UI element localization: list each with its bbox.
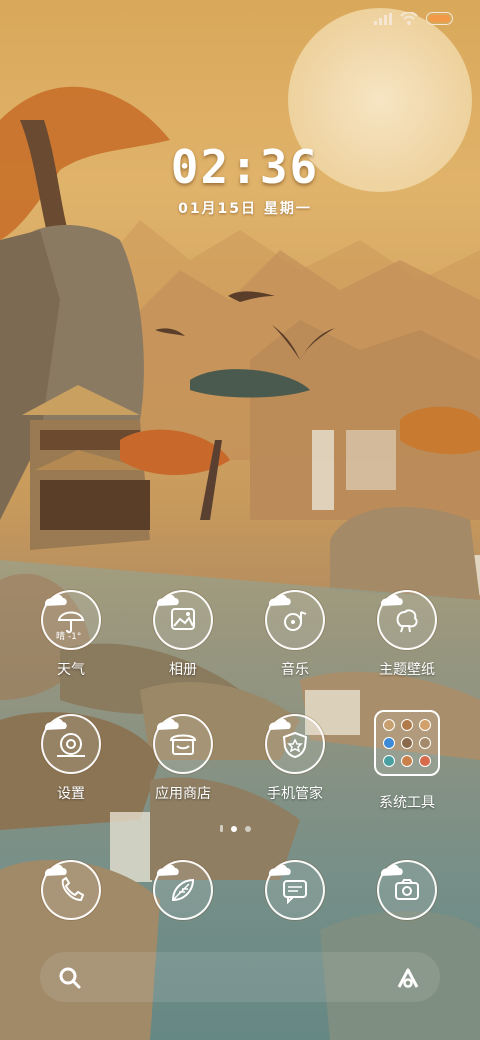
folder-mini-app-icon: [383, 737, 395, 749]
signal-icon: [374, 12, 392, 25]
app-gallery-tile[interactable]: [153, 590, 213, 650]
app-security[interactable]: 手机管家: [240, 714, 350, 803]
music-icon: [284, 611, 307, 631]
assistant-icon[interactable]: [390, 960, 426, 996]
app-music-tile[interactable]: [265, 590, 325, 650]
app-gallery-label: 相册: [169, 662, 197, 678]
app-theme-tile[interactable]: [377, 590, 437, 650]
theme-icon: [396, 609, 418, 633]
folder-mini-app-icon: [401, 755, 413, 767]
folder-mini-app-icon: [419, 719, 431, 731]
dock-app-messages-tile[interactable]: [265, 860, 325, 920]
clock-date: 01月15日 星期一: [178, 201, 312, 217]
app-settings[interactable]: 设置: [16, 714, 126, 803]
status-bar: [374, 12, 454, 25]
folder-system-tools[interactable]: 系统工具: [352, 710, 462, 812]
page-indicator: [220, 825, 251, 832]
weather-temp: 晴 -1°: [56, 632, 82, 642]
app-theme-label: 主题壁纸: [379, 662, 435, 678]
folder-mini-app-icon: [419, 755, 431, 767]
dock-bar: [40, 952, 440, 1002]
dock-app-camera-tile[interactable]: [377, 860, 437, 920]
folder-mini-app-icon: [419, 737, 431, 749]
app-weather-label: 天气: [57, 662, 85, 678]
gallery-icon: [171, 608, 195, 630]
app-weather[interactable]: 晴 -1° 天气: [16, 590, 126, 679]
dock-app-phone-tile[interactable]: [41, 860, 101, 920]
app-store-icon: [169, 734, 197, 755]
dock-app-browser-tile[interactable]: [153, 860, 213, 920]
page-dot: [231, 825, 237, 832]
dock-app-browser[interactable]: [128, 860, 238, 920]
folder-mini-app-icon: [401, 719, 413, 731]
app-settings-tile[interactable]: [41, 714, 101, 774]
browser-icon: [171, 878, 195, 902]
dock-app-camera[interactable]: [352, 860, 462, 920]
app-settings-label: 设置: [57, 786, 85, 802]
folder-mini-app-icon: [401, 737, 413, 749]
wifi-icon: [400, 12, 418, 25]
battery-icon: [426, 12, 453, 25]
search-icon[interactable]: [52, 960, 88, 996]
camera-icon: [395, 879, 419, 900]
home-screen: 02:36 01月15日 星期一 晴 -1° 天气 相册 音乐 主题壁纸 设置 …: [0, 0, 480, 1040]
security-shield-icon: [282, 731, 308, 759]
app-music-label: 音乐: [281, 662, 309, 678]
app-store-label: 应用商店: [155, 786, 211, 802]
messages-icon: [283, 880, 307, 905]
phone-icon: [61, 876, 85, 902]
app-music[interactable]: 音乐: [240, 590, 350, 679]
app-store[interactable]: 应用商店: [128, 714, 238, 803]
settings-icon: [57, 733, 85, 757]
app-store-tile[interactable]: [153, 714, 213, 774]
app-security-tile[interactable]: [265, 714, 325, 774]
clock-time[interactable]: 02:36: [0, 140, 480, 194]
app-weather-tile[interactable]: 晴 -1°: [41, 590, 101, 650]
app-security-label: 手机管家: [267, 786, 323, 802]
dock-app-phone[interactable]: [16, 860, 126, 920]
page-dot: [245, 825, 251, 832]
folder-system-tools-label: 系统工具: [379, 795, 435, 811]
app-theme[interactable]: 主题壁纸: [352, 590, 462, 679]
folder-mini-app-icon: [383, 719, 395, 731]
app-gallery[interactable]: 相册: [128, 590, 238, 679]
folder-icon[interactable]: [374, 710, 440, 776]
folder-mini-app-icon: [383, 755, 395, 767]
dock-app-messages[interactable]: [240, 860, 350, 920]
